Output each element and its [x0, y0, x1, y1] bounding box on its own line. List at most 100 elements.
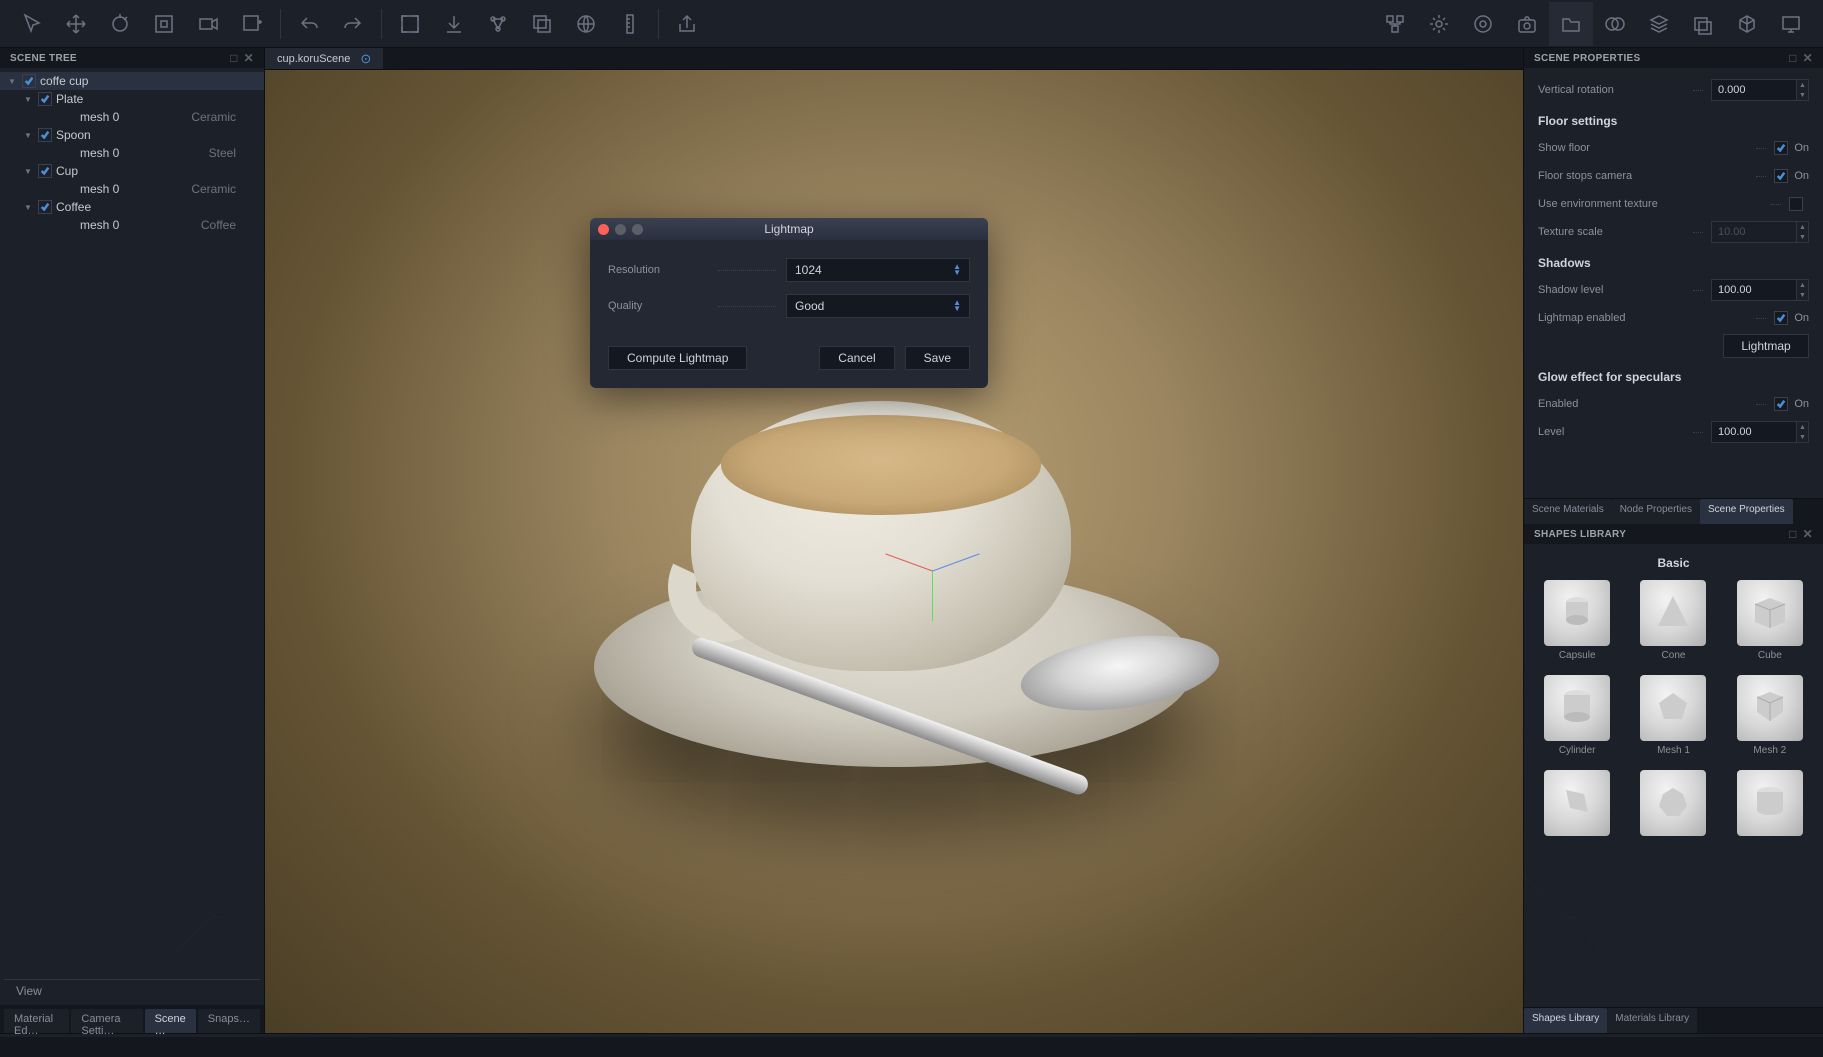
- tree-visibility-checkbox[interactable]: [38, 200, 52, 214]
- tree-row[interactable]: mesh 0Ceramic: [0, 108, 264, 126]
- tree-visibility-checkbox[interactable]: [22, 74, 36, 88]
- scene-tab[interactable]: cup.koruScene ⊙: [265, 48, 383, 69]
- undo-icon[interactable]: [287, 2, 331, 46]
- lightmap-button[interactable]: Lightmap: [1723, 334, 1809, 358]
- glow-enabled-checkbox[interactable]: [1774, 397, 1788, 411]
- globe-icon[interactable]: [564, 2, 608, 46]
- folder-icon[interactable]: [1549, 2, 1593, 46]
- tree-row[interactable]: ▼Plate: [0, 90, 264, 108]
- floor-stops-checkbox[interactable]: [1774, 169, 1788, 183]
- view-dropdown[interactable]: View: [4, 979, 260, 1001]
- shape-item[interactable]: Capsule: [1536, 580, 1618, 661]
- tree-toggle-icon[interactable]: ▼: [24, 203, 34, 212]
- glow-level-input[interactable]: [1711, 421, 1797, 443]
- left-tab[interactable]: Camera Setti…: [71, 1009, 142, 1033]
- ruler-icon[interactable]: [608, 2, 652, 46]
- right-panel-tab[interactable]: Scene Materials: [1524, 499, 1612, 524]
- tree-row[interactable]: ▼Coffee: [0, 198, 264, 216]
- shape-item[interactable]: [1536, 770, 1618, 840]
- panel-close-icon[interactable]: ✕: [244, 51, 254, 65]
- dialog-titlebar[interactable]: Lightmap: [590, 218, 988, 240]
- tree-visibility-checkbox[interactable]: [38, 128, 52, 142]
- left-tab[interactable]: Material Ed…: [4, 1009, 69, 1033]
- glow-enabled-state: On: [1794, 398, 1809, 410]
- show-floor-state: On: [1794, 142, 1809, 154]
- rotate-icon[interactable]: [98, 2, 142, 46]
- tree-toggle-icon[interactable]: ▼: [24, 95, 34, 104]
- shape-thumbnail: [1737, 770, 1803, 836]
- shape-item[interactable]: Cone: [1632, 580, 1714, 661]
- shape-item[interactable]: Cylinder: [1536, 675, 1618, 756]
- shape-item[interactable]: Cube: [1729, 580, 1811, 661]
- tree-item-label: mesh 0: [80, 110, 119, 124]
- particles-icon[interactable]: [476, 2, 520, 46]
- use-env-checkbox[interactable]: [1789, 197, 1803, 211]
- lightmap-enabled-checkbox[interactable]: [1774, 311, 1788, 325]
- floor-stops-state: On: [1794, 170, 1809, 182]
- camera2-icon[interactable]: [1505, 2, 1549, 46]
- tree-item-material: Coffee: [201, 218, 256, 232]
- 3d-viewport[interactable]: Lightmap Resolution 1024 ▲▼ Quality: [265, 70, 1523, 1033]
- panel-expand-icon[interactable]: □: [1789, 51, 1797, 65]
- dialog-zoom-icon[interactable]: [632, 224, 643, 235]
- gear-icon[interactable]: [1417, 2, 1461, 46]
- scale-icon[interactable]: [142, 2, 186, 46]
- dialog-minimize-icon[interactable]: [615, 224, 626, 235]
- shapes-tab[interactable]: Materials Library: [1607, 1008, 1697, 1033]
- target-icon[interactable]: [1461, 2, 1505, 46]
- panel-expand-icon[interactable]: □: [230, 51, 238, 65]
- scene-tree[interactable]: ▼coffe cup▼Platemesh 0Ceramic▼Spoonmesh …: [0, 68, 264, 975]
- panel-close-icon[interactable]: ✕: [1803, 527, 1813, 541]
- scene-tab-close-icon[interactable]: ⊙: [360, 51, 371, 67]
- shape-item[interactable]: [1632, 770, 1714, 840]
- shapes-tab[interactable]: Shapes Library: [1524, 1008, 1607, 1033]
- compute-lightmap-button[interactable]: Compute Lightmap: [608, 346, 747, 370]
- materials-icon[interactable]: [1637, 2, 1681, 46]
- right-panel-tab[interactable]: Scene Properties: [1700, 499, 1793, 524]
- tree-row[interactable]: ▼coffe cup: [0, 72, 264, 90]
- shape-item[interactable]: Mesh 2: [1729, 675, 1811, 756]
- redo-icon[interactable]: [331, 2, 375, 46]
- tree-visibility-checkbox[interactable]: [38, 164, 52, 178]
- tree-visibility-checkbox[interactable]: [38, 92, 52, 106]
- shadow-level-input[interactable]: [1711, 279, 1797, 301]
- stepper[interactable]: ▲▼: [1797, 279, 1809, 301]
- diagram-icon[interactable]: [1373, 2, 1417, 46]
- tree-row[interactable]: ▼Cup: [0, 162, 264, 180]
- share-icon[interactable]: [665, 2, 709, 46]
- environments-icon[interactable]: [1593, 2, 1637, 46]
- stepper[interactable]: ▲▼: [1797, 421, 1809, 443]
- stepper[interactable]: ▲▼: [1797, 79, 1809, 101]
- tree-row[interactable]: mesh 0Steel: [0, 144, 264, 162]
- monitor-icon[interactable]: [1769, 2, 1813, 46]
- show-floor-checkbox[interactable]: [1774, 141, 1788, 155]
- left-tab[interactable]: Scene …: [145, 1009, 196, 1033]
- panel-expand-icon[interactable]: □: [1789, 527, 1797, 541]
- panel-close-icon[interactable]: ✕: [1803, 51, 1813, 65]
- tree-toggle-icon[interactable]: ▼: [24, 167, 34, 176]
- tree-toggle-icon[interactable]: ▼: [8, 77, 18, 86]
- cursor-icon[interactable]: [10, 2, 54, 46]
- shape-item[interactable]: Mesh 1: [1632, 675, 1714, 756]
- copy-icon[interactable]: [520, 2, 564, 46]
- vertical-rotation-input[interactable]: [1711, 79, 1797, 101]
- tree-row[interactable]: mesh 0Coffee: [0, 216, 264, 234]
- layers-icon[interactable]: [1681, 2, 1725, 46]
- add-shape-icon[interactable]: [230, 2, 274, 46]
- save-button[interactable]: Save: [905, 346, 970, 370]
- cancel-button[interactable]: Cancel: [819, 346, 894, 370]
- tree-toggle-icon[interactable]: ▼: [24, 131, 34, 140]
- shape-item[interactable]: [1729, 770, 1811, 840]
- tree-row[interactable]: mesh 0Ceramic: [0, 180, 264, 198]
- dialog-close-icon[interactable]: [598, 224, 609, 235]
- download-icon[interactable]: [432, 2, 476, 46]
- left-tab[interactable]: Snaps…: [198, 1009, 260, 1033]
- camera-icon[interactable]: [186, 2, 230, 46]
- move-icon[interactable]: [54, 2, 98, 46]
- quality-select[interactable]: Good ▲▼: [786, 294, 970, 318]
- right-panel-tab[interactable]: Node Properties: [1612, 499, 1700, 524]
- tree-row[interactable]: ▼Spoon: [0, 126, 264, 144]
- focus-icon[interactable]: [388, 2, 432, 46]
- cube-icon[interactable]: [1725, 2, 1769, 46]
- resolution-select[interactable]: 1024 ▲▼: [786, 258, 970, 282]
